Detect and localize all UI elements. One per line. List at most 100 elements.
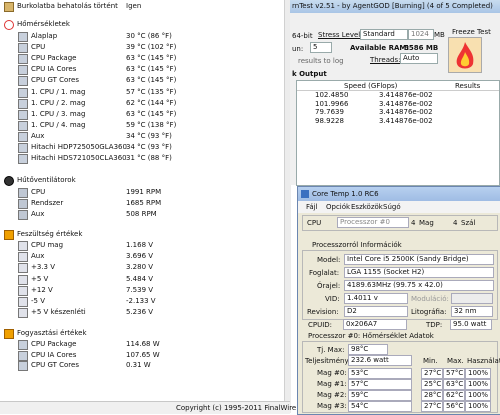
sensor-value: 34 °C (93 °F) [126, 131, 172, 140]
output-result: 3.414876e-002 [379, 99, 433, 108]
stress-select[interactable]: Standard [360, 29, 408, 40]
menu-options[interactable]: Opciók [326, 203, 350, 211]
core-load-field: 100% [465, 379, 491, 390]
fan-icon [18, 188, 28, 198]
threads-select[interactable]: Auto [400, 53, 438, 64]
output-result: 3.414876e-002 [379, 108, 433, 116]
core-name: Mag #2: [317, 391, 347, 399]
sensor-value: -2.133 V [126, 297, 156, 305]
model-value: Intel Core i5 2500K (Sandy Bridge) [347, 255, 469, 263]
cores-label: Mag [419, 219, 434, 227]
fan-icon [18, 199, 28, 210]
sensor-value: 63 °C (145 °F) [126, 65, 177, 74]
menu-file[interactable]: Fájl [306, 203, 318, 211]
sensor-value: 63 °C (145 °F) [126, 54, 177, 63]
chip-icon [18, 109, 28, 120]
voltage-icon [18, 308, 28, 319]
core-load: 100% [468, 402, 489, 410]
stress-value: Standard [363, 30, 395, 38]
socket-label: Foglalat: [309, 269, 340, 277]
coretemp-title: Core Temp 1.0 RC6 [312, 190, 379, 198]
core-max-field: 62°C [443, 390, 465, 401]
tjmax-value: 98°C [351, 345, 369, 353]
rev-field: D2 [344, 306, 408, 317]
tjmax-label: Tj. Max: [317, 346, 345, 354]
core-min-field: 28°C [421, 390, 443, 401]
tdp-value: 95.0 watt [453, 320, 487, 328]
core-temp: 53°C [351, 369, 369, 377]
sensor-value: 62 °C (144 °F) [126, 98, 177, 107]
sensor-value: 59 °C (138 °F) [126, 120, 177, 129]
cpu-select[interactable]: Processzor #0 [337, 217, 409, 228]
intrusion-value: Igen [126, 2, 142, 10]
chip-icon [18, 131, 28, 142]
core-min-field: 27°C [421, 368, 443, 379]
rev-value: D2 [347, 307, 357, 315]
sensor-value: 114.68 W [126, 340, 160, 348]
stress-label: Stress Level: [318, 31, 363, 39]
sensor-label: 1. CPU / 1. mag [31, 87, 86, 96]
core-load-field: 100% [465, 368, 491, 379]
cpuid-field: 0x206A7 [343, 319, 407, 330]
core-load: 100% [468, 369, 489, 377]
intrusion-label: Burkolatba behatolás történt [17, 2, 118, 10]
voltage-icon [18, 285, 28, 296]
sensor-value: 5.484 V [126, 274, 154, 283]
sensor-value: 508 RPM [126, 210, 157, 219]
sensor-value: 107.65 W [126, 350, 160, 359]
tdp-field: 95.0 watt [450, 319, 492, 330]
core-temp: 54°C [351, 402, 369, 410]
col-max: Max. [447, 357, 464, 365]
menu-help[interactable]: Súgó [383, 203, 401, 211]
threads-count: 4 [453, 219, 458, 227]
core-temp: 57°C [351, 380, 369, 388]
socket-value: LGA 1155 (Socket H2) [347, 268, 425, 276]
core-name: Mag #1: [317, 380, 347, 388]
avail-ram-label: Available RAM: [350, 44, 410, 52]
tjmax-field: 98°C [348, 344, 388, 355]
core-row: Mag #0: 53°C 27°C 57°C 100% [303, 368, 497, 379]
fans-title: Hűtőventilátorok [17, 176, 76, 184]
col-speed: Speed (GFlops) [344, 82, 398, 90]
core-min: 28°C [424, 391, 442, 399]
freq-field: 4189.63MHz (99.75 x 42.0) [344, 280, 494, 291]
freeze-label: Freeze Test [452, 28, 491, 36]
sensor-label: CPU IA Cores [31, 350, 77, 359]
sensor-label: CPU Package [31, 340, 77, 348]
freq-label: Órajel: [317, 282, 341, 290]
sensor-label: Aux [31, 210, 45, 219]
chip-icon [18, 98, 28, 109]
cores-count: 4 [411, 219, 416, 227]
col-load: Használat [467, 357, 500, 365]
sensor-value: 34 °C (93 °F) [126, 143, 172, 151]
save-log-label[interactable]: results to log [298, 57, 344, 65]
core-temp-field: 54°C [348, 401, 412, 412]
sensor-label: CPU GT Cores [31, 76, 79, 85]
litho-value: 32 nm [454, 307, 477, 315]
col-min: Min. [423, 357, 438, 365]
output-list[interactable]: Speed (GFlops) Results 102.4850 3.414876e… [296, 80, 500, 186]
vid-value: 1.4011 v [347, 294, 378, 302]
menu-tools[interactable]: Eszközök [351, 203, 383, 211]
chip-icon [18, 350, 28, 361]
cpuid-label: CPUID: [308, 321, 333, 329]
ct-power-label: Teljesítmény: [305, 357, 351, 365]
freq-value: 4189.63MHz (99.75 x 42.0) [347, 281, 443, 289]
col-results: Results [455, 82, 481, 90]
core-max-field: 56°C [443, 401, 465, 412]
chip-icon [18, 154, 28, 165]
volts-title: Feszültség értékek [17, 230, 83, 238]
mod-label: Moduláció: [411, 295, 449, 303]
output-label: k Output [292, 70, 327, 78]
litho-label: Litográfia: [411, 308, 447, 316]
memory-input[interactable]: 1024 [408, 29, 434, 40]
chip-icon [18, 87, 28, 98]
output-row: 102.4850 3.414876e-002 [297, 91, 497, 99]
sensor-value: 31 °C (88 °F) [126, 154, 172, 163]
temps-title: Hőmérsékletek [17, 20, 70, 28]
run-input[interactable]: 5 [310, 42, 332, 53]
chip-icon [18, 361, 28, 371]
core-max: 63°C [446, 380, 464, 388]
core-max-field: 57°C [443, 368, 465, 379]
voltage-icon [18, 241, 28, 251]
